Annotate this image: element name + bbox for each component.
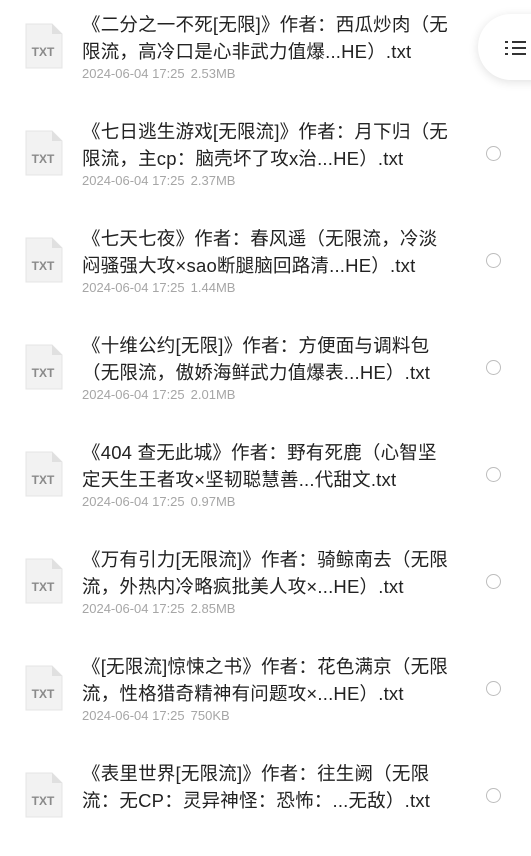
file-meta: 2024-06-04 17:25 0.97MB (82, 494, 235, 510)
file-date: 2024-06-04 17:25 (82, 280, 185, 295)
txt-icon-label: TXT (32, 687, 55, 701)
txt-file-icon: TXT (24, 450, 64, 498)
file-meta: 2024-06-04 17:25 2.85MB (82, 601, 235, 617)
file-name: 《404 查无此城》作者：野有死鹿（心智坚定天生王者攻×坚韧聪慧善...代甜文.… (82, 442, 437, 490)
txt-file-icon: TXT (24, 22, 64, 70)
file-item[interactable]: TXT 《[无限流]惊悚之书》作者：花色满京（无限流，性格猎奇精神有问题攻×..… (0, 642, 531, 749)
file-name: 《十维公约[无限]》作者：方便面与调料包（无限流，傲娇海鲜武力值爆表...HE）… (82, 335, 431, 383)
select-radio[interactable] (486, 467, 501, 482)
txt-icon-label: TXT (32, 580, 55, 594)
file-name: 《七天七夜》作者：春风遥（无限流，冷淡闷骚强大攻×sao断腿脑回路清...HE）… (82, 228, 438, 276)
txt-file-icon: TXT (24, 236, 64, 284)
txt-file-icon: TXT (24, 664, 64, 712)
file-size: 2.85MB (190, 601, 236, 616)
file-meta: 2024-06-04 17:25 2.53MB (82, 66, 235, 82)
select-radio[interactable] (486, 788, 501, 803)
select-radio[interactable] (486, 253, 501, 268)
file-item[interactable]: TXT 《404 查无此城》作者：野有死鹿（心智坚定天生王者攻×坚韧聪慧善...… (0, 428, 531, 535)
file-date: 2024-06-04 17:25 (82, 601, 185, 616)
file-name: 《七日逃生游戏[无限流]》作者：月下归（无限流，主cp：脑壳坏了攻x治...HE… (82, 121, 448, 169)
file-date: 2024-06-04 17:25 (82, 708, 185, 723)
file-size: 2.53MB (190, 66, 236, 81)
file-size: 750KB (190, 708, 230, 723)
file-item[interactable]: TXT 《七天七夜》作者：春风遥（无限流，冷淡闷骚强大攻×sao断腿脑回路清..… (0, 214, 531, 321)
file-date: 2024-06-04 17:25 (82, 387, 185, 402)
file-item[interactable]: TXT 《万有引力[无限流]》作者：骑鲸南去（无限流，外热内冷略疯批美人攻×..… (0, 535, 531, 642)
file-name: 《万有引力[无限流]》作者：骑鲸南去（无限流，外热内冷略疯批美人攻×...HE）… (82, 549, 448, 597)
select-radio[interactable] (486, 574, 501, 589)
select-radio[interactable] (486, 360, 501, 375)
select-radio[interactable] (486, 146, 501, 161)
file-name: 《二分之一不死[无限]》作者：西瓜炒肉（无限流，高冷口是心非武力值爆...HE）… (82, 14, 448, 62)
txt-icon-label: TXT (32, 259, 55, 273)
file-size: 0.97MB (190, 494, 236, 509)
file-date: 2024-06-04 17:25 (82, 66, 185, 81)
txt-file-icon: TXT (24, 129, 64, 177)
file-item[interactable]: TXT 《十维公约[无限]》作者：方便面与调料包（无限流，傲娇海鲜武力值爆表..… (0, 321, 531, 428)
txt-icon-label: TXT (32, 473, 55, 487)
txt-icon-label: TXT (32, 366, 55, 380)
txt-file-icon: TXT (24, 343, 64, 391)
file-size: 2.01MB (190, 387, 236, 402)
txt-icon-label: TXT (32, 152, 55, 166)
file-meta: 2024-06-04 17:25 2.01MB (82, 387, 235, 403)
file-size: 2.37MB (190, 173, 236, 188)
txt-icon-label: TXT (32, 45, 55, 59)
file-item[interactable]: TXT 《七日逃生游戏[无限流]》作者：月下归（无限流，主cp：脑壳坏了攻x治.… (0, 107, 531, 214)
file-meta: 2024-06-04 17:25 2.37MB (82, 173, 235, 189)
file-date: 2024-06-04 17:25 (82, 173, 185, 188)
file-size: 1.44MB (190, 280, 236, 295)
file-meta: 2024-06-04 17:25 1.44MB (82, 280, 235, 296)
file-name: 《表里世界[无限流]》作者：往生阙（无限流：无CP：灵异神怪：恐怖：...无敌）… (82, 763, 431, 811)
file-date: 2024-06-04 17:25 (82, 494, 185, 509)
txt-file-icon: TXT (24, 557, 64, 605)
file-meta: 2024-06-04 17:25 750KB (82, 708, 230, 724)
txt-icon-label: TXT (32, 794, 55, 808)
file-name: 《[无限流]惊悚之书》作者：花色满京（无限流，性格猎奇精神有问题攻×...HE）… (82, 656, 448, 704)
file-item[interactable]: TXT 《表里世界[无限流]》作者：往生阙（无限流：无CP：灵异神怪：恐怖：..… (0, 749, 531, 856)
txt-file-icon: TXT (24, 771, 64, 819)
file-item[interactable]: TXT 《二分之一不死[无限]》作者：西瓜炒肉（无限流，高冷口是心非武力值爆..… (0, 0, 531, 107)
file-meta (82, 815, 88, 831)
select-radio[interactable] (486, 681, 501, 696)
